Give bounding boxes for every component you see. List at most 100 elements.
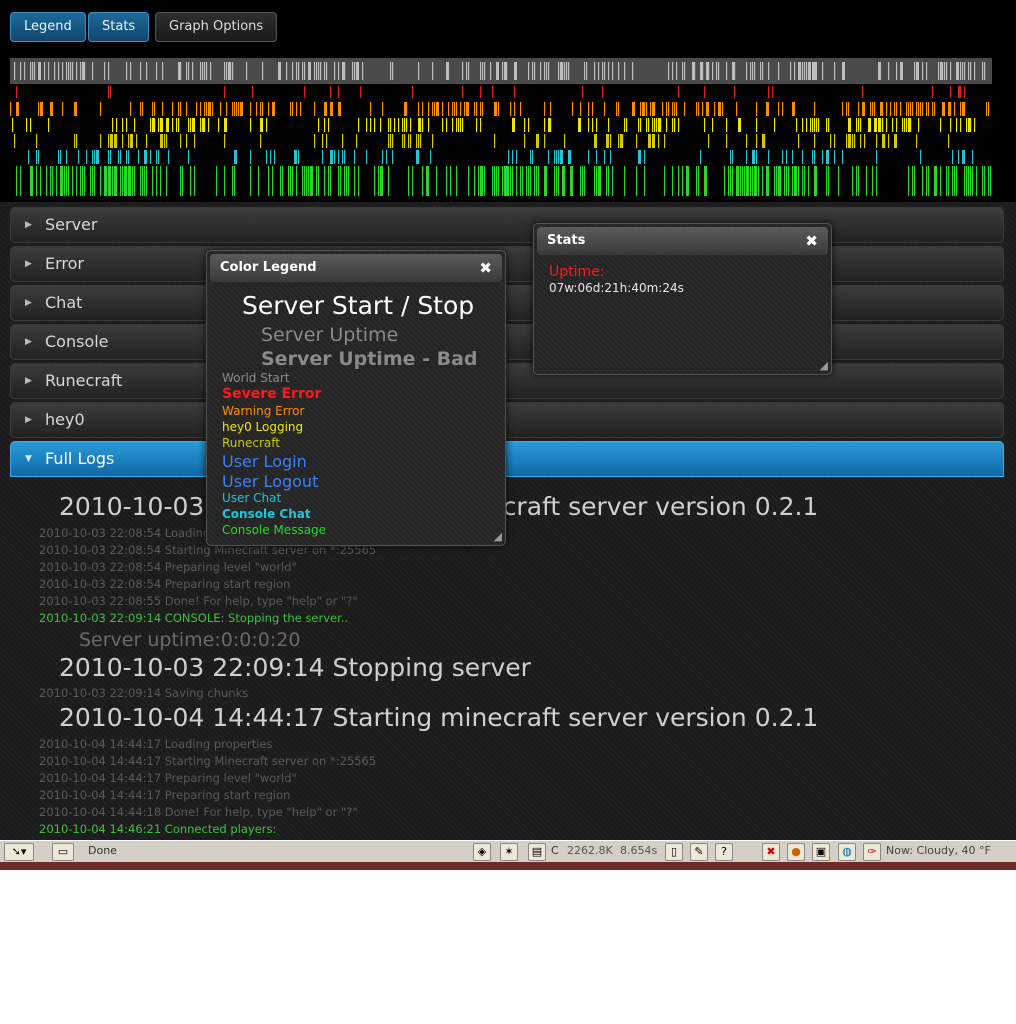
event-timeline-graph[interactable] bbox=[0, 52, 1016, 202]
dialog-titlebar[interactable]: Color Legend ✖ bbox=[210, 254, 502, 282]
timeline-tick bbox=[318, 62, 320, 80]
timeline-tick bbox=[810, 118, 812, 132]
timeline-tick bbox=[224, 118, 227, 132]
section-console[interactable]: ▶ Console bbox=[10, 324, 1004, 360]
timeline-tick bbox=[152, 166, 154, 196]
timeline-tick bbox=[164, 134, 166, 148]
timeline-tick bbox=[208, 118, 210, 132]
pointer-tool-icon[interactable]: ➘▾ bbox=[4, 843, 34, 861]
legend-user-logout: User Logout bbox=[222, 472, 319, 491]
microphone-icon[interactable]: ✑ bbox=[863, 843, 881, 861]
timeline-tick bbox=[212, 102, 214, 116]
log-server-stop: 2010-10-03 22:09:14 Stopping server bbox=[59, 653, 531, 682]
section-server[interactable]: ▶ Server bbox=[10, 207, 1004, 243]
timeline-tick bbox=[468, 62, 470, 80]
close-icon[interactable]: ✖ bbox=[805, 227, 818, 255]
timeline-tick bbox=[302, 166, 304, 196]
timeline-tick bbox=[344, 150, 346, 164]
keyboard-icon[interactable]: ▭ bbox=[52, 843, 74, 861]
globe-icon[interactable]: ◍ bbox=[838, 843, 856, 861]
timeline-tick bbox=[708, 134, 710, 148]
section-full-logs[interactable]: ▼ Full Logs bbox=[10, 441, 1004, 477]
timeline-tick bbox=[950, 86, 952, 98]
help-icon[interactable]: ? bbox=[715, 843, 733, 861]
legend-warning-error: Warning Error bbox=[222, 404, 305, 418]
chart-icon[interactable]: ▤ bbox=[528, 843, 546, 861]
network-icon[interactable]: ◈ bbox=[473, 843, 491, 861]
note-icon[interactable]: ✎ bbox=[690, 843, 708, 861]
legend-button[interactable]: Legend bbox=[10, 12, 86, 42]
timeline-tick bbox=[872, 102, 874, 116]
timeline-tick bbox=[768, 62, 770, 80]
section-hey0[interactable]: ▶ hey0 bbox=[10, 402, 1004, 438]
timeline-tick bbox=[224, 134, 226, 148]
timeline-tick bbox=[144, 166, 146, 196]
timeline-tick bbox=[110, 86, 112, 98]
timeline-tick bbox=[142, 166, 144, 196]
stop-icon[interactable]: ✖ bbox=[762, 843, 780, 861]
timeline-tick bbox=[44, 62, 46, 80]
timeline-tick bbox=[430, 150, 432, 164]
timeline-tick bbox=[234, 166, 236, 196]
timeline-tick bbox=[972, 166, 974, 196]
timeline-tick bbox=[950, 102, 952, 116]
timeline-tick bbox=[116, 118, 118, 132]
timeline-tick bbox=[390, 62, 392, 80]
timeline-tick bbox=[952, 150, 954, 164]
dialog-titlebar[interactable]: Stats ✖ bbox=[537, 227, 828, 255]
resize-grip-icon[interactable]: ◢ bbox=[494, 530, 502, 543]
legend-severe-error: Severe Error bbox=[222, 386, 322, 402]
timeline-tick bbox=[778, 102, 780, 116]
timeline-tick bbox=[728, 166, 730, 196]
window-icon[interactable]: ▣ bbox=[812, 843, 830, 861]
timeline-tick bbox=[338, 102, 341, 116]
section-runecraft[interactable]: ▶ Runecraft bbox=[10, 363, 1004, 399]
timeline-tick bbox=[490, 62, 492, 80]
timeline-tick bbox=[442, 118, 444, 132]
timeline-tick bbox=[606, 134, 609, 148]
page-icon[interactable]: ▯ bbox=[665, 843, 683, 861]
timeline-tick bbox=[460, 102, 462, 116]
timeline-tick bbox=[358, 166, 360, 196]
timeline-tick bbox=[388, 166, 390, 196]
stats-button[interactable]: Stats bbox=[88, 12, 150, 42]
graph-options-button[interactable]: Graph Options bbox=[155, 12, 278, 42]
timeline-tick bbox=[306, 166, 308, 196]
timeline-tick bbox=[76, 134, 78, 148]
timeline-tick bbox=[272, 102, 275, 116]
timeline-tick bbox=[950, 62, 952, 80]
timeline-tick bbox=[480, 102, 482, 116]
timeline-tick bbox=[298, 62, 300, 80]
timeline-tick bbox=[596, 150, 598, 164]
timeline-tick bbox=[674, 102, 676, 116]
legend-user-chat: User Chat bbox=[222, 491, 282, 505]
timeline-tick bbox=[624, 166, 626, 196]
timeline-tick bbox=[304, 166, 306, 196]
timeline-tick bbox=[162, 102, 164, 116]
timeline-tick bbox=[126, 150, 128, 164]
timeline-tick bbox=[508, 150, 510, 164]
timeline-tick bbox=[564, 62, 566, 80]
firefox-icon[interactable]: ● bbox=[787, 843, 805, 861]
log-viewer-app: Legend Stats Graph Options ▶ Server ▶ Er… bbox=[0, 0, 1016, 840]
section-chat[interactable]: ▶ Chat bbox=[10, 285, 1004, 321]
timeline-tick bbox=[180, 62, 182, 80]
timeline-tick bbox=[654, 102, 656, 116]
resize-grip-icon[interactable]: ◢ bbox=[820, 359, 828, 372]
close-icon[interactable]: ✖ bbox=[479, 254, 492, 282]
log-line: 2010-10-04 14:44:17 Preparing start regi… bbox=[39, 788, 291, 802]
timeline-tick bbox=[482, 166, 484, 196]
timeline-tick bbox=[964, 166, 966, 196]
timeline-tick bbox=[468, 166, 470, 196]
timeline-tick bbox=[952, 166, 954, 196]
timeline-tick bbox=[536, 166, 538, 196]
section-error[interactable]: ▶ Error bbox=[10, 246, 1004, 282]
timeline-tick bbox=[392, 134, 394, 148]
timeline-tick bbox=[36, 150, 38, 164]
timeline-tick bbox=[436, 166, 438, 196]
timeline-tick bbox=[814, 134, 816, 148]
timeline-tick bbox=[822, 150, 824, 164]
star-icon[interactable]: ✶ bbox=[500, 843, 518, 861]
timeline-tick bbox=[80, 166, 82, 196]
timeline-tick bbox=[674, 118, 676, 132]
